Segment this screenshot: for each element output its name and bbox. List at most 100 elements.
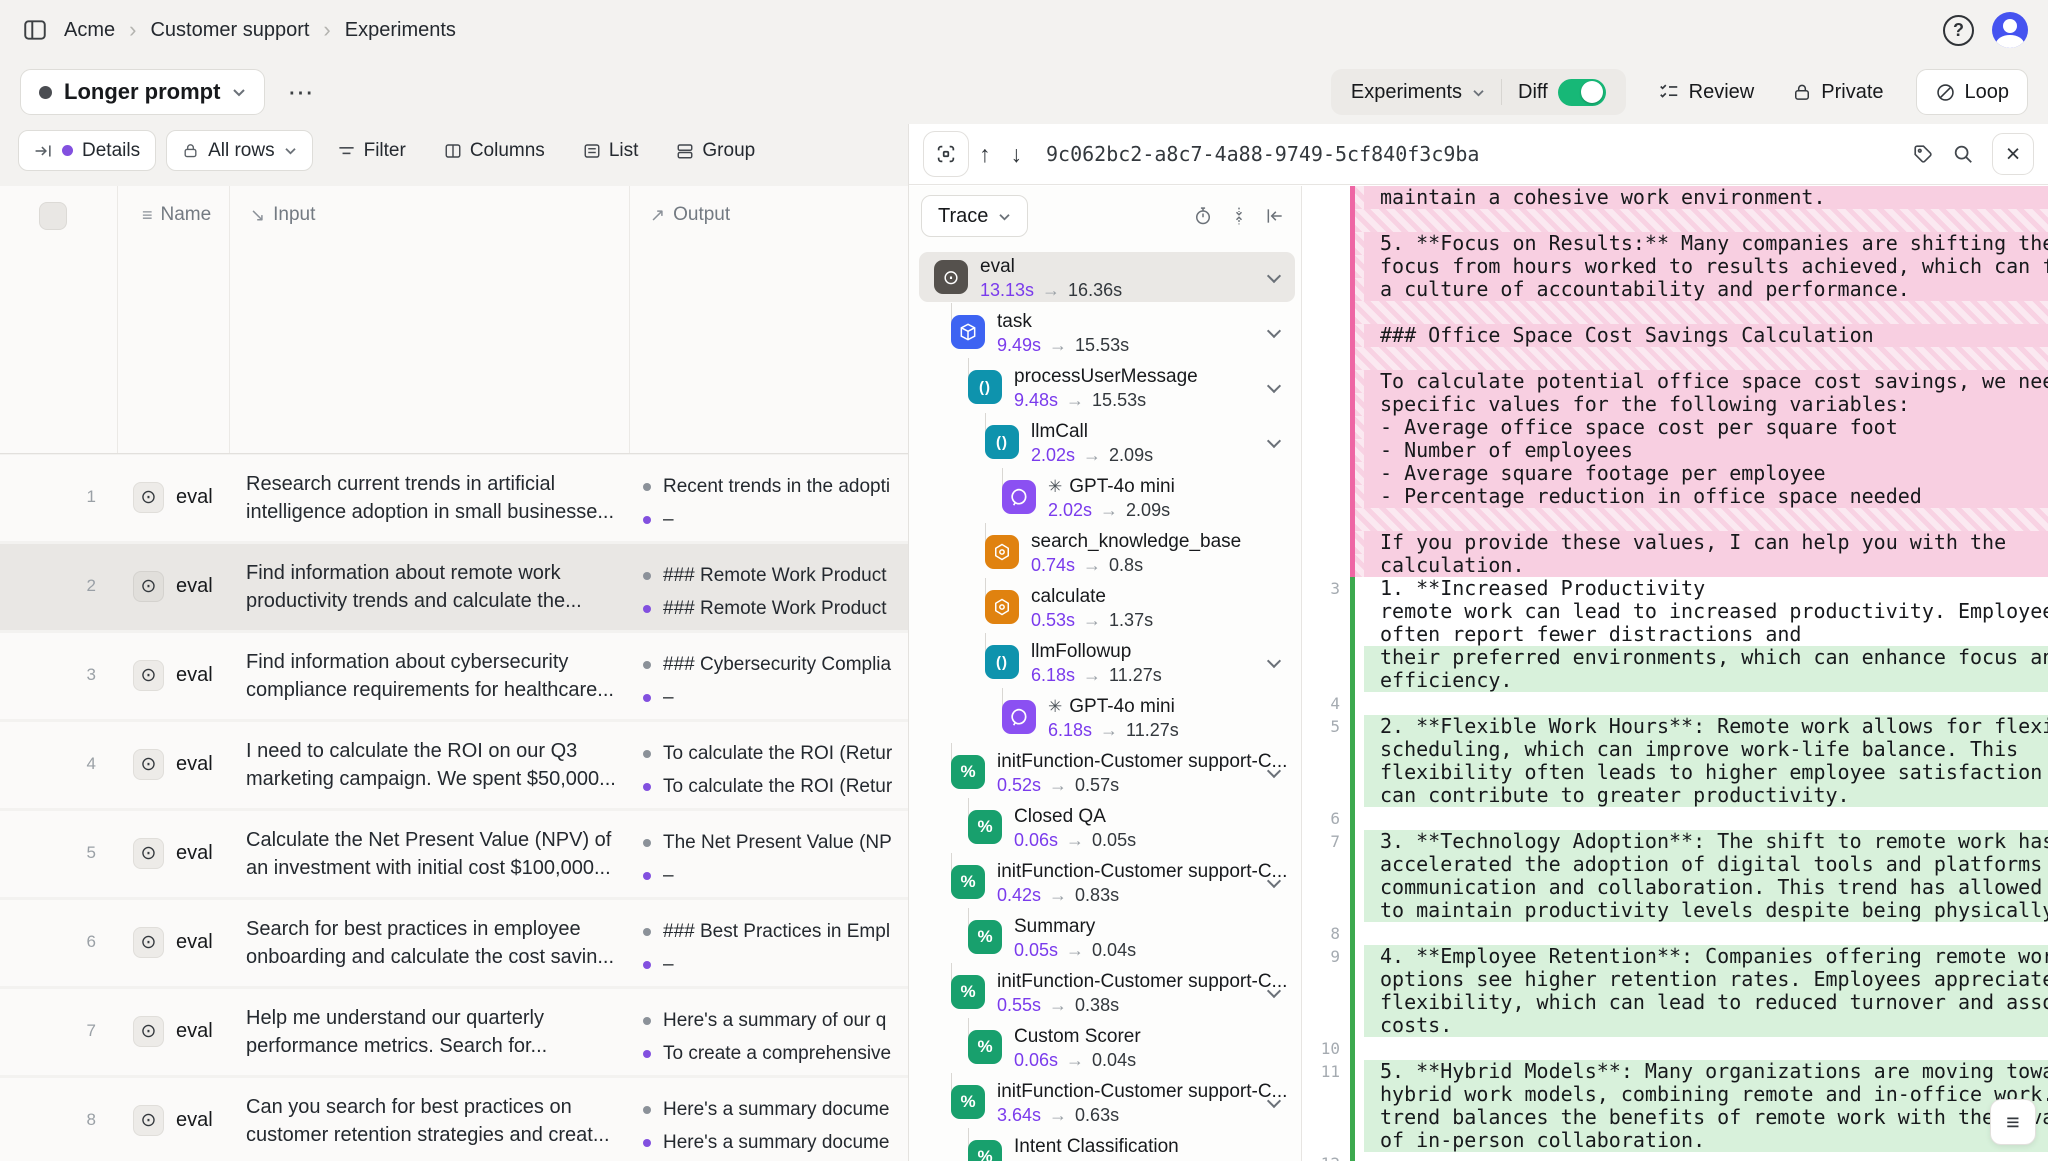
trace-node[interactable]: %initFunction-Customer support-C...0.42s…: [919, 857, 1295, 907]
node-name: Summary: [1014, 916, 1136, 938]
trace-node[interactable]: calculate0.53s→1.37s: [919, 582, 1295, 632]
more-options-icon[interactable]: ⋯: [279, 73, 323, 112]
table-row[interactable]: 7⊙evalHelp me understand our quarterly p…: [0, 989, 908, 1075]
review-button[interactable]: Review: [1652, 80, 1761, 105]
diff-line-number: [1302, 370, 1350, 393]
row-number: 5: [40, 843, 96, 863]
row-input: I need to calculate the ROI on our Q3 ma…: [246, 737, 620, 793]
trace-node[interactable]: ⊙eval13.13s→16.36s: [919, 252, 1295, 302]
sidebar-toggle-icon[interactable]: [20, 15, 50, 45]
row-name: eval: [176, 575, 213, 598]
diff-removed-line: calculation.: [1302, 554, 2048, 577]
previous-row-icon[interactable]: ↑: [969, 139, 1001, 170]
next-row-icon[interactable]: ↓: [1001, 139, 1033, 170]
all-rows-button[interactable]: All rows: [166, 130, 313, 171]
trace-node[interactable]: %initFunction-Customer support-C...0.55s…: [919, 967, 1295, 1017]
table-row[interactable]: 5⊙evalCalculate the Net Present Value (N…: [0, 811, 908, 897]
row-output: The Net Present Value (NP–: [643, 829, 908, 895]
trace-node[interactable]: ✳GPT-4o mini6.18s→11.27s: [919, 692, 1295, 742]
expand-trace-icon[interactable]: [923, 131, 969, 177]
chevron-down-icon[interactable]: [1267, 434, 1281, 448]
tag-icon[interactable]: [1906, 137, 1940, 171]
diff-line-number: 3: [1302, 577, 1350, 600]
list-button[interactable]: List: [569, 130, 653, 171]
trace-tree: ⊙eval13.13s→16.36stask9.49s→15.53s()proc…: [919, 252, 1295, 1161]
percent-icon: %: [951, 755, 985, 789]
private-button[interactable]: Private: [1786, 80, 1889, 105]
node-name: llmFollowup: [1031, 641, 1162, 663]
chevron-down-icon[interactable]: [1267, 269, 1281, 283]
table-row[interactable]: 6⊙evalSearch for best practices in emplo…: [0, 900, 908, 986]
row-input: Can you search for best practices on cus…: [246, 1093, 620, 1149]
column-header-input[interactable]: ↘ Input: [250, 204, 315, 226]
diff-toggle[interactable]: [1558, 79, 1606, 106]
diff-line-number: [1302, 600, 1350, 623]
trace-node[interactable]: task9.49s→15.53s: [919, 307, 1295, 357]
details-button[interactable]: Details: [18, 130, 156, 171]
trace-id: 9c062bc2-a8c7-4a88-9749-5cf840f3c9ba: [1046, 142, 1479, 166]
trace-node[interactable]: %initFunction-Customer support-C...3.64s…: [919, 1077, 1295, 1127]
trace-node[interactable]: ()llmCall2.02s→2.09s: [919, 417, 1295, 467]
filter-button[interactable]: Filter: [323, 130, 420, 171]
trace-node[interactable]: %Custom Scorer0.06s→0.04s: [919, 1022, 1295, 1072]
table-row[interactable]: 4⊙evalI need to calculate the ROI on our…: [0, 722, 908, 808]
trace-node[interactable]: ()llmFollowup6.18s→11.27s: [919, 637, 1295, 687]
output-bullet: [643, 605, 651, 613]
outline-toggle-icon[interactable]: ≡: [1990, 1099, 2036, 1145]
search-icon[interactable]: [1946, 137, 1980, 171]
column-divider: [117, 186, 118, 453]
chevron-down-icon[interactable]: [1267, 324, 1281, 338]
row-input: Help me understand our quarterly perform…: [246, 1004, 620, 1060]
chevron-down-icon[interactable]: [1267, 654, 1281, 668]
chevron-down-icon: [284, 146, 297, 155]
experiment-color-dot: [39, 86, 52, 99]
node-durations: 9.49s→15.53s: [997, 334, 1129, 356]
collapse-vertical-icon[interactable]: [1223, 200, 1255, 232]
trace-node[interactable]: %initFunction-Customer support-C...0.52s…: [919, 747, 1295, 797]
avatar[interactable]: [1992, 12, 2028, 48]
loop-button[interactable]: Loop: [1916, 69, 2029, 115]
private-label: Private: [1821, 81, 1883, 104]
node-durations: 6.18s→11.27s: [1048, 719, 1179, 741]
trace-node[interactable]: search_knowledge_base0.74s→0.8s: [919, 527, 1295, 577]
diff-line-number: [1302, 1014, 1350, 1037]
help-icon[interactable]: ?: [1943, 15, 1974, 46]
trace-node[interactable]: %Summary0.05s→0.04s: [919, 912, 1295, 962]
function-icon: (): [985, 645, 1019, 679]
table-rows: 1⊙evalResearch current trends in artific…: [0, 455, 908, 1161]
trace-view-selector[interactable]: Trace: [921, 195, 1028, 237]
breadcrumb-page[interactable]: Experiments: [345, 19, 456, 42]
columns-button[interactable]: Columns: [430, 130, 559, 171]
node-name: llmCall: [1031, 421, 1153, 443]
select-all-checkbox[interactable]: [39, 202, 67, 230]
diff-line-number: 12: [1302, 1152, 1350, 1161]
column-header-output[interactable]: ↗ Output: [650, 204, 730, 226]
trace-node[interactable]: ()processUserMessage9.48s→15.53s: [919, 362, 1295, 412]
diff-added-line: 73. **Technology Adoption**: The shift t…: [1302, 830, 2048, 853]
trace-node[interactable]: %Closed QA0.06s→0.05s: [919, 802, 1295, 852]
breadcrumb-project[interactable]: Customer support: [150, 19, 309, 42]
trace-tree-panel: Trace ⊙eval13.13s→16.36stask9.49s→15.53s…: [909, 186, 1302, 1161]
table-row[interactable]: 8⊙evalCan you search for best practices …: [0, 1078, 908, 1161]
group-button[interactable]: Group: [662, 130, 769, 171]
view-selector[interactable]: Experiments: [1335, 81, 1501, 104]
chevron-down-icon[interactable]: [1267, 379, 1281, 393]
breadcrumb-org[interactable]: Acme: [64, 19, 115, 42]
table-row[interactable]: 2⊙evalFind information about remote work…: [0, 544, 908, 630]
collapse-left-icon[interactable]: [1259, 200, 1291, 232]
close-icon[interactable]: ×: [1992, 133, 2034, 175]
timing-icon[interactable]: [1187, 200, 1219, 232]
table-row[interactable]: 3⊙evalFind information about cybersecuri…: [0, 633, 908, 719]
column-header-label: Output: [673, 204, 730, 226]
diff-line-number: [1302, 784, 1350, 807]
row-number: 7: [40, 1021, 96, 1041]
experiment-switcher[interactable]: Longer prompt: [20, 69, 265, 115]
trace-node[interactable]: ✳GPT-4o mini2.02s→2.09s: [919, 472, 1295, 522]
trace-node[interactable]: %Intent Classification: [919, 1132, 1295, 1161]
table-row[interactable]: 1⊙evalResearch current trends in artific…: [0, 455, 908, 541]
diff-added-line: 12: [1302, 1152, 2048, 1161]
row-name: eval: [176, 486, 213, 509]
diff-lines: maintain a cohesive work environment.5. …: [1302, 186, 2048, 1161]
column-header-name[interactable]: ≡ Name: [142, 204, 211, 226]
diff-line-number: [1302, 278, 1350, 301]
